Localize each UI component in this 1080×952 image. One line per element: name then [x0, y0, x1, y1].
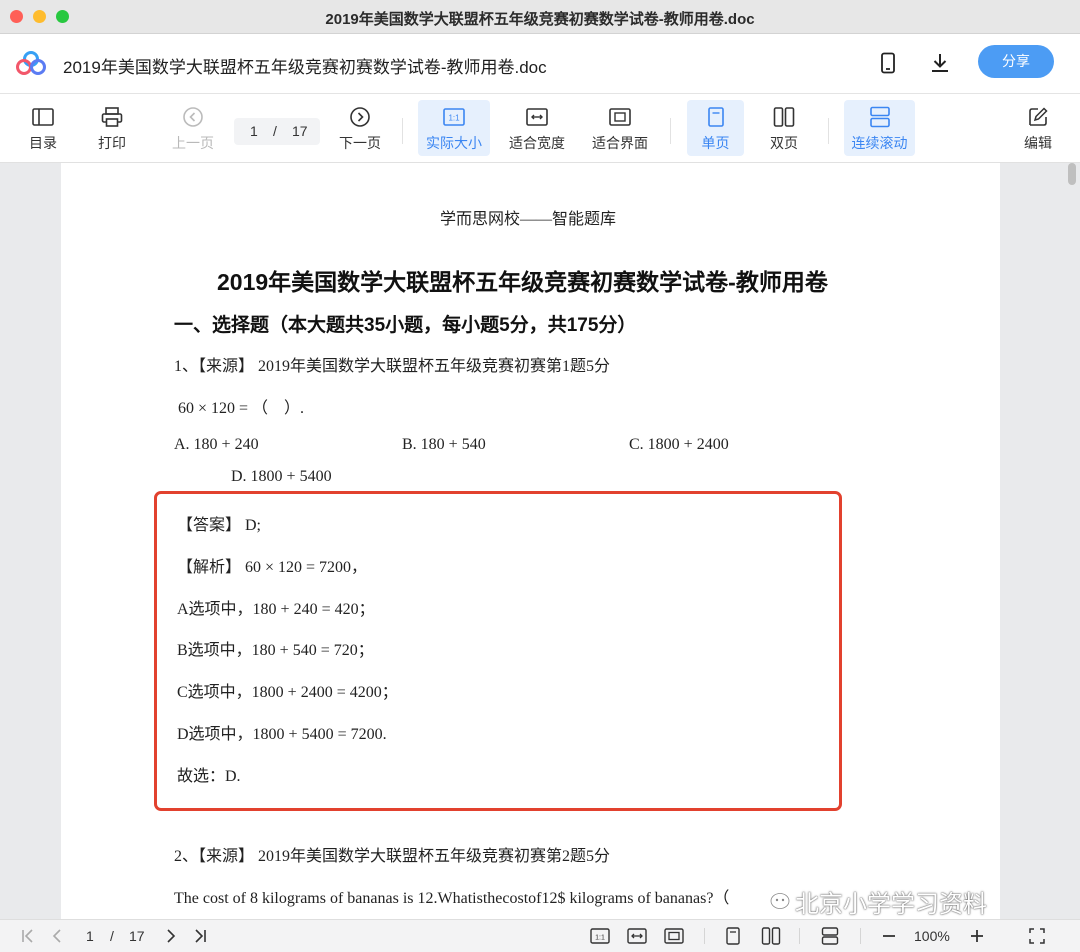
continuous-scroll-icon[interactable]: [821, 927, 839, 945]
question-1-option-c: C. 1800 + 2400: [629, 436, 729, 453]
zoom-in-icon[interactable]: [969, 927, 985, 945]
status-divider: [860, 928, 861, 944]
zoom-level: 100%: [914, 928, 950, 944]
single-page-icon: [707, 107, 724, 127]
continuous-scroll-button[interactable]: 连续滚动: [844, 100, 915, 156]
viewer-toolbar: 目录 打印 上一页 1 / 17 下一页 1:1 实际大小 适合宽度 适合界面 …: [0, 94, 1080, 163]
analysis-line: 【解析】 60 × 120 = 7200，: [177, 559, 368, 576]
double-page-button[interactable]: 双页: [758, 100, 810, 156]
actual-size-icon: 1:1: [443, 108, 465, 126]
share-button[interactable]: 分享: [978, 45, 1054, 78]
prev-page-button[interactable]: 上一页: [168, 100, 218, 156]
status-page-separator: /: [110, 928, 114, 944]
document-title: 2019年美国数学大联盟杯五年级竞赛初赛数学试卷-教师用卷.doc: [63, 58, 547, 77]
status-divider: [799, 928, 800, 944]
document-heading: 2019年美国数学大联盟杯五年级竞赛初赛数学试卷-教师用卷: [217, 269, 828, 295]
analysis-option-b: B选项中，180 + 540 = 720；: [177, 642, 374, 659]
fit-width-icon[interactable]: [627, 927, 647, 945]
next-page-icon[interactable]: [164, 927, 178, 945]
single-page-icon[interactable]: [725, 927, 741, 945]
double-page-icon[interactable]: [761, 927, 781, 945]
question-1-source: 1、【来源】 2019年美国数学大联盟杯五年级竞赛初赛第1题5分: [174, 358, 611, 375]
document-viewer[interactable]: 学而思网校——智能题库 2019年美国数学大联盟杯五年级竞赛初赛数学试卷-教师用…: [0, 163, 1080, 919]
question-1-option-b: B. 180 + 540: [402, 436, 486, 453]
double-page-icon: [773, 107, 795, 127]
fit-page-button[interactable]: 适合界面: [586, 100, 654, 156]
question-2-stem: The cost of 8 kilograms of bananas is 12…: [174, 890, 730, 907]
print-button[interactable]: 打印: [89, 100, 135, 156]
status-divider: [704, 928, 705, 944]
watermark-text: 北京小学学习资料: [795, 890, 987, 918]
question-1-stem: 60 × 120 = （ ）.: [178, 400, 305, 417]
phone-icon[interactable]: [876, 51, 900, 75]
fit-page-icon[interactable]: [664, 927, 684, 945]
first-page-icon[interactable]: [20, 927, 36, 945]
edit-button[interactable]: 编辑: [1015, 100, 1061, 156]
fullscreen-icon[interactable]: [1028, 927, 1046, 945]
vertical-scrollbar[interactable]: [1067, 163, 1077, 919]
page-header: 学而思网校——智能题库: [440, 211, 617, 228]
toc-button[interactable]: 目录: [20, 100, 66, 156]
next-page-button[interactable]: 下一页: [335, 100, 385, 156]
document-page: 学而思网校——智能题库 2019年美国数学大联盟杯五年级竞赛初赛数学试卷-教师用…: [61, 163, 1000, 919]
chevron-left-circle-icon: [183, 107, 203, 127]
download-icon[interactable]: [928, 51, 952, 75]
toolbar-divider: [828, 118, 829, 144]
question-2-source: 2、【来源】 2019年美国数学大联盟杯五年级竞赛初赛第2题5分: [174, 848, 611, 865]
actual-size-button[interactable]: 1:1 实际大小: [418, 100, 490, 156]
status-page-current[interactable]: 1: [86, 928, 94, 944]
fit-width-button[interactable]: 适合宽度: [503, 100, 571, 156]
status-page-total: 17: [129, 928, 145, 944]
last-page-icon[interactable]: [192, 927, 208, 945]
window-title: 2019年美国数学大联盟杯五年级竞赛初赛数学试卷-教师用卷.doc: [325, 11, 755, 28]
single-page-button[interactable]: 单页: [687, 100, 744, 156]
toolbar-divider: [402, 118, 403, 144]
zoom-out-icon[interactable]: [881, 927, 897, 945]
wechat-icon: [758, 884, 790, 909]
fit-page-icon: [609, 108, 631, 126]
continuous-scroll-icon: [869, 106, 890, 128]
status-bar: 1 / 17 1:1 100%: [0, 919, 1080, 952]
question-1-option-d: D. 1800 + 5400: [231, 468, 332, 485]
fit-width-icon: [526, 108, 548, 126]
app-header: 2019年美国数学大联盟杯五年级竞赛初赛数学试卷-教师用卷.doc 分享: [0, 34, 1080, 94]
svg-text:1:1: 1:1: [595, 935, 605, 942]
section-heading: 一、选择题（本大题共35小题，每小题5分，共175分）: [174, 315, 637, 336]
actual-size-icon[interactable]: 1:1: [590, 927, 610, 945]
toc-icon: [32, 108, 54, 126]
chevron-right-circle-icon: [350, 107, 370, 127]
page-number-field[interactable]: 1 / 17: [234, 118, 320, 145]
scrollbar-thumb[interactable]: [1068, 163, 1076, 185]
prev-page-icon[interactable]: [50, 927, 64, 945]
question-1-option-a: A. 180 + 240: [174, 436, 259, 453]
answer-line: 【答案】 D;: [177, 517, 262, 534]
toolbar-divider: [670, 118, 671, 144]
analysis-option-c: C选项中，1800 + 2400 = 4200；: [177, 684, 398, 701]
svg-text:1:1: 1:1: [448, 114, 460, 123]
analysis-option-a: A选项中，180 + 240 = 420；: [177, 601, 375, 618]
window-titlebar: 2019年美国数学大联盟杯五年级竞赛初赛数学试卷-教师用卷.doc: [0, 0, 1080, 34]
printer-icon: [101, 107, 123, 127]
answer-highlight-box: 【答案】 D; 【解析】 60 × 120 = 7200， A选项中，180 +…: [154, 491, 842, 811]
conclusion-line: 故选：D.: [177, 768, 241, 785]
analysis-option-d: D选项中，1800 + 5400 = 7200.: [177, 726, 387, 743]
edit-icon: [1029, 107, 1048, 126]
app-logo-icon: [16, 51, 46, 75]
